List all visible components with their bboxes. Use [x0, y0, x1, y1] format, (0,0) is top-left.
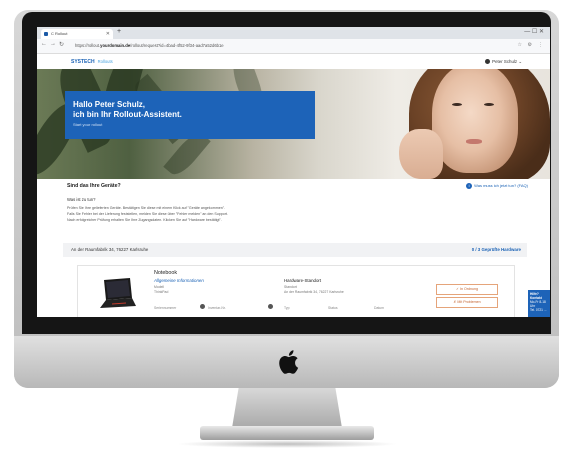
url-input[interactable]: https://rollout.yourdomain.de/rollout/re… — [75, 42, 475, 50]
tab-title: C Rollout — [51, 31, 68, 36]
site-header: SYSTECH Rollouts Peter Schulz ⌄ — [37, 54, 550, 70]
device-meta-label: Modell — [154, 285, 164, 289]
device-card: Notebook Allgemeine Informationen Modell… — [77, 265, 515, 317]
new-tab-icon[interactable]: + — [117, 28, 121, 35]
stand-foot — [200, 426, 374, 440]
user-menu[interactable]: Peter Schulz ⌄ — [485, 57, 522, 66]
stand-neck — [232, 388, 342, 428]
url-host: yourdomain.de — [100, 43, 131, 48]
url-prefix: https://rollout. — [75, 43, 101, 48]
laptop-icon — [100, 278, 136, 308]
browser-tabbar: C Rollout ✕ + — ☐ ✕ — [37, 27, 550, 39]
chat-line: Tel. 0721 ... — [530, 308, 547, 312]
extensions-icon[interactable]: ⚙ — [528, 42, 532, 48]
forward-icon[interactable]: → — [50, 41, 56, 47]
device-status-label: Hardware-Standort — [284, 278, 322, 283]
browser-addressbar: ← → ↻ https://rollout.yourdomain.de/roll… — [37, 39, 550, 54]
device-ok-button[interactable]: ✓ In Ordnung — [436, 284, 498, 295]
chat-title: Hilfe? Kontakt — [530, 292, 542, 300]
field-label: Inventar-Nr. — [208, 306, 226, 310]
info-icon[interactable] — [268, 304, 273, 309]
eye — [452, 103, 462, 106]
window-controls[interactable]: — ☐ ✕ — [524, 28, 544, 35]
back-icon[interactable]: ← — [41, 41, 47, 47]
device-status-meta: Standort — [284, 285, 297, 289]
user-icon — [485, 59, 491, 65]
bookmark-star-icon[interactable]: ☆ — [518, 42, 522, 48]
delivery-address-bar: An der Raumfabrik 34, 76227 Karlsruhe 0 … — [63, 243, 527, 257]
main-content: Sind das Ihre Geräte? i Was muss ich jetz… — [37, 179, 550, 317]
woman-face — [432, 69, 518, 173]
eye — [484, 103, 494, 106]
hero-banner: Hallo Peter Schulz, ich bin Ihr Rollout-… — [37, 69, 550, 179]
faq-link[interactable]: i Was muss ich jetzt tun? (FAQ) — [466, 182, 528, 189]
chevron-down-icon: ⌄ — [518, 59, 522, 64]
field-label: Datum — [374, 306, 384, 310]
device-defect-button[interactable]: ✗ Mit Problemen — [436, 297, 498, 308]
instructions-title: Was ist zu tun? — [67, 197, 96, 202]
reload-icon[interactable]: ↻ — [59, 41, 64, 48]
hero-greeting-box: Hallo Peter Schulz, ich bin Ihr Rollout-… — [65, 91, 315, 139]
instruction-line: Nach erfolgreicher Prüfung erhalten Sie … — [67, 218, 222, 222]
user-name: Peter Schulz — [492, 59, 518, 64]
info-icon: i — [466, 182, 473, 189]
lips — [466, 139, 482, 144]
site-logo[interactable]: SYSTECH Rollouts — [71, 57, 113, 67]
info-icon[interactable] — [200, 304, 205, 309]
instruction-line: Falls Sie Fehler bei der Lieferung fests… — [67, 212, 228, 216]
tab-close-icon[interactable]: ✕ — [106, 29, 110, 39]
device-status-value: An der Raumfabrik 34, 76227 Karlsruhe — [284, 290, 344, 294]
favicon-icon — [44, 32, 48, 36]
hero-subtitle: Start your rollout — [73, 122, 103, 127]
url-path: /rollout/request?id=4bad-4f52-9f34-aad7a… — [130, 43, 224, 48]
monitor-shadow — [176, 440, 398, 448]
logo-claim: Rollouts — [97, 59, 113, 64]
instruction-line: Prüfen Sie Ihre gelieferten Geräte. Best… — [67, 206, 225, 210]
field-label: Status — [328, 306, 338, 310]
woman-hand — [399, 129, 443, 179]
browser-tab[interactable]: C Rollout ✕ — [41, 29, 113, 39]
device-type: Notebook — [154, 270, 178, 276]
menu-icon[interactable]: ⋮ — [538, 42, 543, 48]
chat-line: Mo-Fr 8-18 Uhr — [530, 300, 546, 308]
chat-widget[interactable]: Hilfe? Kontakt Mo-Fr 8-18 Uhr Tel. 0721 … — [528, 290, 550, 317]
screen: C Rollout ✕ + — ☐ ✕ ← → ↻ https://rollou… — [37, 27, 550, 317]
logo-mark: SYSTECH — [71, 59, 95, 65]
field-label: Typ — [284, 306, 290, 310]
field-label: Seriennummer — [154, 306, 177, 310]
apple-logo-icon — [279, 350, 299, 374]
hardware-counter: 0 / 3 Geprüfte Hardware — [471, 247, 521, 252]
section-title: Sind das Ihre Geräte? — [67, 183, 121, 189]
hero-title: Hallo Peter Schulz, ich bin Ihr Rollout-… — [73, 100, 182, 119]
delivery-address: An der Raumfabrik 34, 76227 Karlsruhe — [71, 247, 149, 252]
device-section-label: Allgemeine Informationen — [154, 278, 204, 283]
device-meta-value: ThinkPad — [154, 290, 169, 294]
